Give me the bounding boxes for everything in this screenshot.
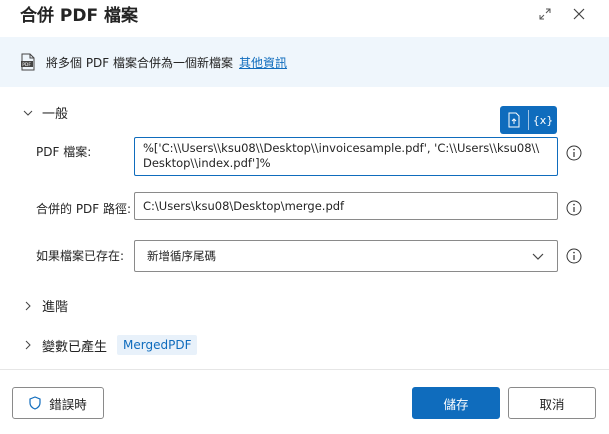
pdf-file-icon: PDF bbox=[21, 53, 35, 71]
shield-icon bbox=[29, 396, 41, 410]
merged-path-label: 合併的 PDF 路徑: bbox=[36, 202, 132, 216]
insert-variable-button[interactable]: {x} bbox=[529, 106, 557, 134]
section-advanced[interactable]: 進階 bbox=[22, 296, 68, 315]
if-exists-select[interactable]: 新增循序尾碼 bbox=[134, 240, 558, 272]
on-error-label: 錯誤時 bbox=[49, 396, 87, 412]
section-general[interactable]: 一般 bbox=[22, 103, 68, 122]
cancel-button[interactable]: 取消 bbox=[508, 387, 596, 419]
section-advanced-label: 進階 bbox=[42, 300, 69, 315]
more-info-link[interactable]: 其他資訊 bbox=[239, 54, 287, 71]
expand-icon bbox=[539, 8, 551, 20]
info-icon[interactable] bbox=[566, 200, 582, 216]
insert-file-button[interactable] bbox=[500, 106, 528, 134]
svg-text:PDF: PDF bbox=[22, 62, 31, 68]
chevron-down-icon bbox=[532, 253, 544, 260]
if-exists-label: 如果檔案已存在: bbox=[36, 249, 125, 263]
if-exists-selected: 新增循序尾碼 bbox=[147, 249, 216, 263]
section-general-label: 一般 bbox=[42, 107, 69, 122]
chevron-down-icon bbox=[23, 110, 33, 116]
close-button[interactable] bbox=[566, 3, 592, 25]
pdf-files-label: PDF 檔案: bbox=[36, 145, 92, 159]
info-icon[interactable] bbox=[566, 248, 582, 264]
close-icon bbox=[573, 8, 585, 20]
pdf-files-value-line1: %['C:\\Users\\ksu08\\Desktop\\invoicesam… bbox=[143, 141, 540, 155]
chevron-right-icon bbox=[25, 340, 31, 350]
pdf-files-value-line2: Desktop\\index.pdf']% bbox=[143, 156, 271, 170]
variable-chip[interactable]: MergedPDF bbox=[117, 335, 198, 355]
expand-button[interactable] bbox=[532, 3, 558, 25]
footer-divider bbox=[0, 369, 609, 370]
section-variables-label: 變數已產生 bbox=[42, 339, 108, 355]
on-error-button[interactable]: 錯誤時 bbox=[12, 387, 104, 419]
info-description: 將多個 PDF 檔案合併為一個新檔案 bbox=[46, 55, 234, 70]
chevron-right-icon bbox=[25, 301, 31, 310]
section-variables-produced[interactable]: 變數已產生 MergedPDF bbox=[22, 335, 198, 355]
field-toolbar: {x} bbox=[500, 106, 557, 134]
info-bar: PDF 將多個 PDF 檔案合併為一個新檔案 其他資訊 bbox=[0, 37, 609, 87]
save-button[interactable]: 儲存 bbox=[412, 387, 500, 419]
info-icon[interactable] bbox=[566, 145, 582, 161]
merged-path-input[interactable]: C:\Users\ksu08\Desktop\merge.pdf bbox=[134, 192, 558, 220]
file-upload-icon bbox=[508, 112, 520, 128]
dialog-title: 合併 PDF 檔案 bbox=[20, 6, 139, 26]
pdf-files-input[interactable]: %['C:\\Users\\ksu08\\Desktop\\invoicesam… bbox=[134, 137, 558, 176]
